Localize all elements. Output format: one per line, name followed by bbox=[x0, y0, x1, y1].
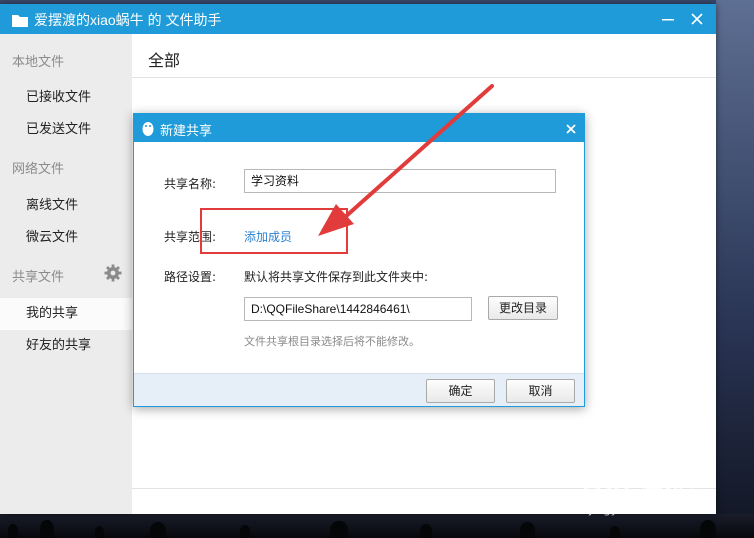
annotation-arrow bbox=[318, 84, 494, 236]
baidu-watermark: Bai 经验 jingyan.baidu.com bbox=[582, 465, 722, 516]
watermark-url: jingyan.baidu.com bbox=[590, 502, 701, 516]
paw-icon bbox=[639, 465, 670, 494]
